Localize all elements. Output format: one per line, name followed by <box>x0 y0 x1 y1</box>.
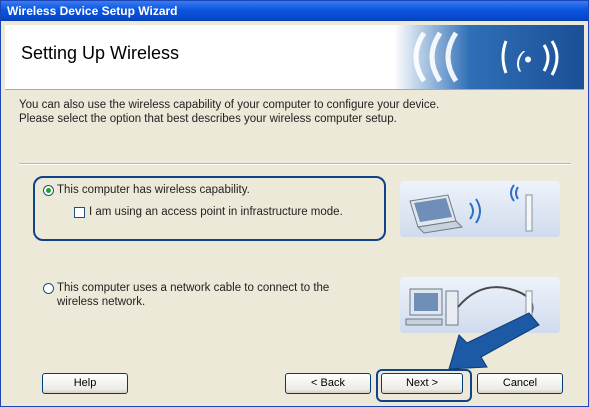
access-point-label[interactable]: I am using an access point in infrastruc… <box>89 205 343 219</box>
wireless-capability-label[interactable]: This computer has wireless capability. <box>57 183 250 197</box>
intro-line-2: Please select the option that best descr… <box>19 113 397 125</box>
cancel-button[interactable]: Cancel <box>477 373 563 394</box>
network-cable-label[interactable]: This computer uses a network cable to co… <box>57 281 329 309</box>
svg-text:•: • <box>524 47 532 72</box>
wizard-window: Wireless Device Setup Wizard Setting Up … <box>0 0 589 407</box>
access-point-checkbox[interactable] <box>74 207 85 218</box>
page-title: Setting Up Wireless <box>21 43 180 63</box>
network-cable-label-line-1: This computer uses a network cable to co… <box>57 282 330 294</box>
wizard-header: Setting Up Wireless ( • <box>5 25 584 89</box>
intro-line-1: You can also use the wireless capability… <box>19 99 440 111</box>
laptop-wireless-icon <box>400 181 560 237</box>
intro-text: You can also use the wireless capability… <box>19 98 559 126</box>
section-divider <box>19 163 571 165</box>
back-button[interactable]: < Back <box>285 373 371 394</box>
network-cable-radio[interactable] <box>43 283 54 294</box>
help-button[interactable]: Help <box>42 373 128 394</box>
pointer-arrow-icon <box>448 312 540 370</box>
header-divider <box>5 89 584 90</box>
next-button[interactable]: Next > <box>381 373 463 394</box>
wireless-banner-icon: ( • <box>394 25 584 89</box>
window-title: Wireless Device Setup Wizard <box>1 1 588 21</box>
network-cable-label-line-2: wireless network. <box>57 296 146 308</box>
wireless-capability-radio[interactable] <box>43 185 54 196</box>
